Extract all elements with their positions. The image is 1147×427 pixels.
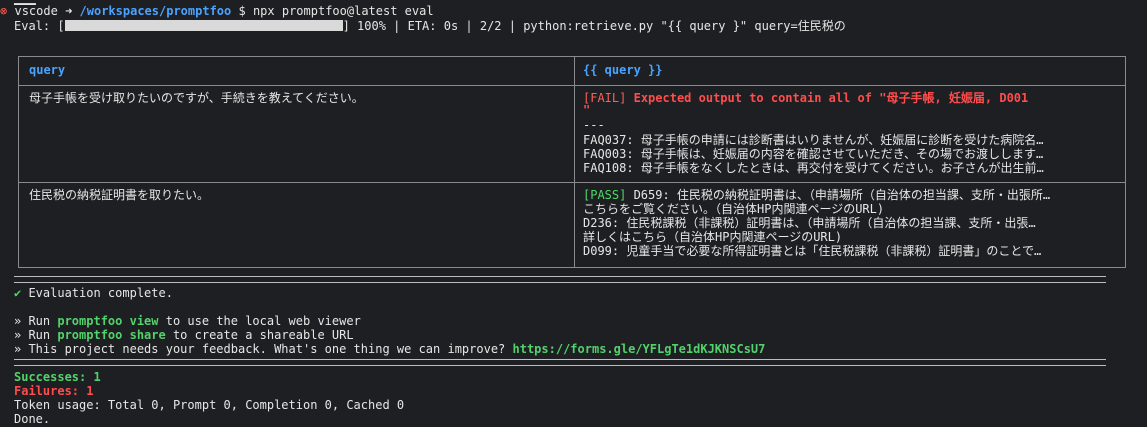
separator-rule bbox=[14, 276, 1106, 283]
arrow-icon: ➜ bbox=[65, 4, 73, 18]
row1-query: 母子手帳を受け取りたいのですが、手続きを教えてください。 bbox=[29, 91, 364, 105]
tip-text: to use the local web viewer bbox=[158, 314, 361, 328]
row1-divider-text: --- bbox=[583, 118, 605, 132]
row-divider bbox=[19, 182, 1125, 183]
tip-view: » Run promptfoo view to use the local we… bbox=[14, 314, 361, 328]
results-table: query {{ query }} 母子手帳を受け取りたいのですが、手続きを教え… bbox=[18, 56, 1126, 268]
progress-bar bbox=[64, 20, 343, 31]
pass-message: D659: 住民税の納税証明書は、（申請場所（自治体の担当課、支所・出張所… bbox=[626, 188, 1051, 202]
separator-rule bbox=[14, 359, 1106, 366]
row1-output-line: FAQ037: 母子手帳の申請には診断書はいりませんが、妊娠届に診断を受けた病院… bbox=[583, 133, 1044, 147]
tip-prefix: » Run bbox=[14, 314, 58, 328]
successes-count: Successes: 1 bbox=[14, 370, 101, 384]
share-command[interactable]: promptfoo share bbox=[57, 328, 165, 342]
prompt-user: vscode bbox=[14, 4, 58, 18]
terminal-window: { "prompt": { "x_icon": "⊗", "user": "vs… bbox=[0, 0, 1147, 427]
feedback-link[interactable]: https://forms.gle/YFLgTe1dKJKNSCsU7 bbox=[513, 342, 766, 356]
row2-query: 住民税の納税証明書を取りたい。 bbox=[29, 188, 210, 202]
prompt-path: /workspaces/promptfoo bbox=[79, 4, 232, 18]
fail-message: Expected output to contain all of "母子手帳,… bbox=[633, 91, 1029, 105]
row1-result-line: [FAIL] Expected output to contain all of… bbox=[583, 91, 1113, 105]
progress-line: Eval: [ ] 100% | ETA: 0s | 2/2 | python:r… bbox=[14, 19, 846, 33]
error-x-icon: ⊗ bbox=[0, 4, 8, 18]
prompt-line: ⊗ vscode ➜ /workspaces/promptfoo $ npx p… bbox=[0, 4, 434, 18]
done-text: Done. bbox=[14, 412, 51, 426]
view-command[interactable]: promptfoo view bbox=[57, 314, 158, 328]
row1-output-line: FAQ003: 母子手帳は、妊娠届の内容を確認させていただき、その場でお渡ししま… bbox=[583, 147, 1044, 161]
token-usage: Token usage: Total 0, Prompt 0, Completi… bbox=[14, 398, 405, 412]
progress-suffix: ] 100% | ETA: 0s | 2/2 | python:retrieve… bbox=[342, 19, 846, 33]
tip-share: » Run promptfoo share to create a sharea… bbox=[14, 328, 354, 342]
row2-output-line: 詳しくはこちら（自治体HP内関連ページのURL) bbox=[583, 230, 843, 244]
row2-output-line: こちらをご覧ください。（自治体HP内関連ページのURL) bbox=[583, 202, 885, 216]
header-divider bbox=[19, 85, 1125, 86]
row2-output-line: D236: 住民税課税（非課税）証明書は、（申請場所（自治体の担当課、支所・出張… bbox=[583, 216, 1036, 230]
row2-output-line: D099: 児童手当で必要な所得証明書とは「住民税課税（非課税）証明書」のことで… bbox=[583, 244, 1042, 258]
header-query: query bbox=[29, 63, 66, 77]
progress-label: Eval: [ bbox=[14, 19, 65, 33]
fail-quote: " bbox=[583, 103, 591, 117]
column-divider bbox=[574, 57, 575, 267]
tip-feedback: » This project needs your feedback. What… bbox=[14, 342, 765, 356]
prompt-symbol: $ bbox=[238, 4, 246, 18]
complete-line: ✔ Evaluation complete. bbox=[14, 286, 173, 300]
tip-prefix: » This project needs your feedback. What… bbox=[14, 342, 513, 356]
failures-count: Failures: 1 bbox=[14, 384, 94, 398]
command-text[interactable]: npx promptfoo@latest eval bbox=[253, 4, 434, 18]
row1-output-line: FAQ108: 母子手帳をなくしたときは、再交付を受けてください。お子さんが出生… bbox=[583, 161, 1044, 175]
complete-text: Evaluation complete. bbox=[21, 286, 173, 300]
tip-prefix: » Run bbox=[14, 328, 58, 342]
tip-text: to create a shareable URL bbox=[165, 328, 354, 342]
row2-result-line: [PASS] D659: 住民税の納税証明書は、（申請場所（自治体の担当課、支所… bbox=[583, 188, 1113, 202]
pass-status: [PASS] bbox=[583, 188, 627, 202]
header-output: {{ query }} bbox=[583, 63, 663, 77]
